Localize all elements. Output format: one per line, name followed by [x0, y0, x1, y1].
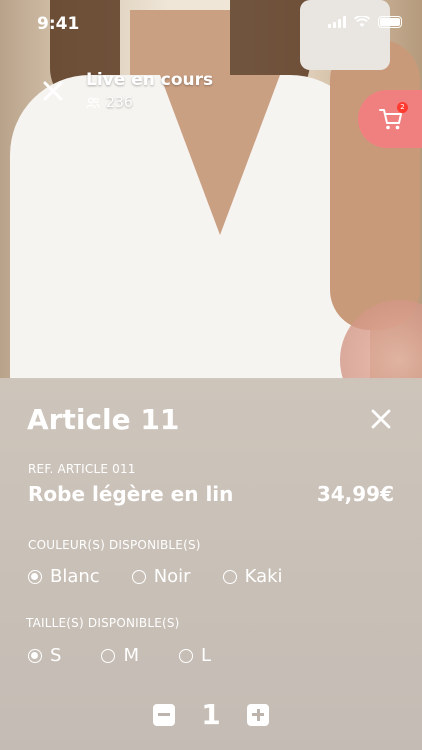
quantity-stepper: 1 — [0, 698, 422, 731]
radio-icon — [131, 569, 146, 584]
size-option-m[interactable]: M — [101, 645, 139, 666]
increase-quantity-button[interactable] — [247, 703, 269, 726]
status-time: 9:41 — [37, 14, 80, 34]
color-option-label: Kaki — [244, 566, 283, 587]
close-live-button[interactable] — [38, 76, 68, 106]
color-option-kaki[interactable]: Kaki — [222, 566, 283, 587]
article-sheet: Article 11 REF. ARTICLE 011 Robe légère … — [0, 378, 422, 750]
size-option-l[interactable]: L — [178, 645, 211, 666]
size-option-label: M — [123, 645, 139, 666]
photo-detail — [160, 75, 280, 235]
viewer-count-value: 236 — [106, 95, 133, 111]
cart-button[interactable]: 2 — [358, 90, 422, 148]
color-options: Blanc Noir Kaki — [28, 566, 283, 587]
signal-icon — [328, 16, 346, 28]
radio-icon — [178, 648, 193, 663]
quantity-value: 1 — [201, 698, 221, 731]
color-option-blanc[interactable]: Blanc — [28, 566, 100, 587]
size-options: S M L — [28, 645, 211, 666]
color-option-label: Blanc — [50, 566, 100, 587]
article-price: 34,99€ — [316, 482, 394, 506]
photo-detail — [330, 40, 420, 330]
wifi-icon — [354, 16, 370, 27]
radio-icon — [101, 648, 116, 663]
battery-icon — [378, 16, 402, 28]
radio-selected-icon — [28, 648, 42, 663]
article-title: Article 11 — [27, 403, 180, 436]
article-name: Robe légère en lin — [28, 482, 234, 506]
users-icon — [86, 97, 100, 109]
viewer-count: 236 — [86, 95, 133, 111]
size-option-s[interactable]: S — [28, 645, 61, 666]
decrease-quantity-button[interactable] — [153, 703, 175, 726]
radio-selected-icon — [28, 569, 42, 584]
sizes-label: TAILLE(S) DISPONIBLE(S) — [26, 616, 180, 630]
status-icons — [328, 16, 402, 28]
color-option-noir[interactable]: Noir — [131, 566, 191, 587]
status-bar: 9:41 — [0, 0, 422, 50]
colors-label: COULEUR(S) DISPONIBLE(S) — [28, 538, 201, 552]
color-option-label: Noir — [153, 566, 191, 587]
minus-icon — [158, 713, 170, 716]
product-photo — [0, 0, 422, 380]
plus-icon — [256, 708, 260, 721]
live-title: Live en cours — [86, 70, 214, 90]
size-option-label: L — [200, 645, 211, 666]
article-ref: REF. ARTICLE 011 — [28, 462, 136, 476]
size-option-label: S — [50, 645, 62, 666]
close-sheet-button[interactable] — [370, 408, 392, 430]
radio-icon — [222, 569, 237, 584]
cart-badge: 2 — [397, 102, 408, 113]
